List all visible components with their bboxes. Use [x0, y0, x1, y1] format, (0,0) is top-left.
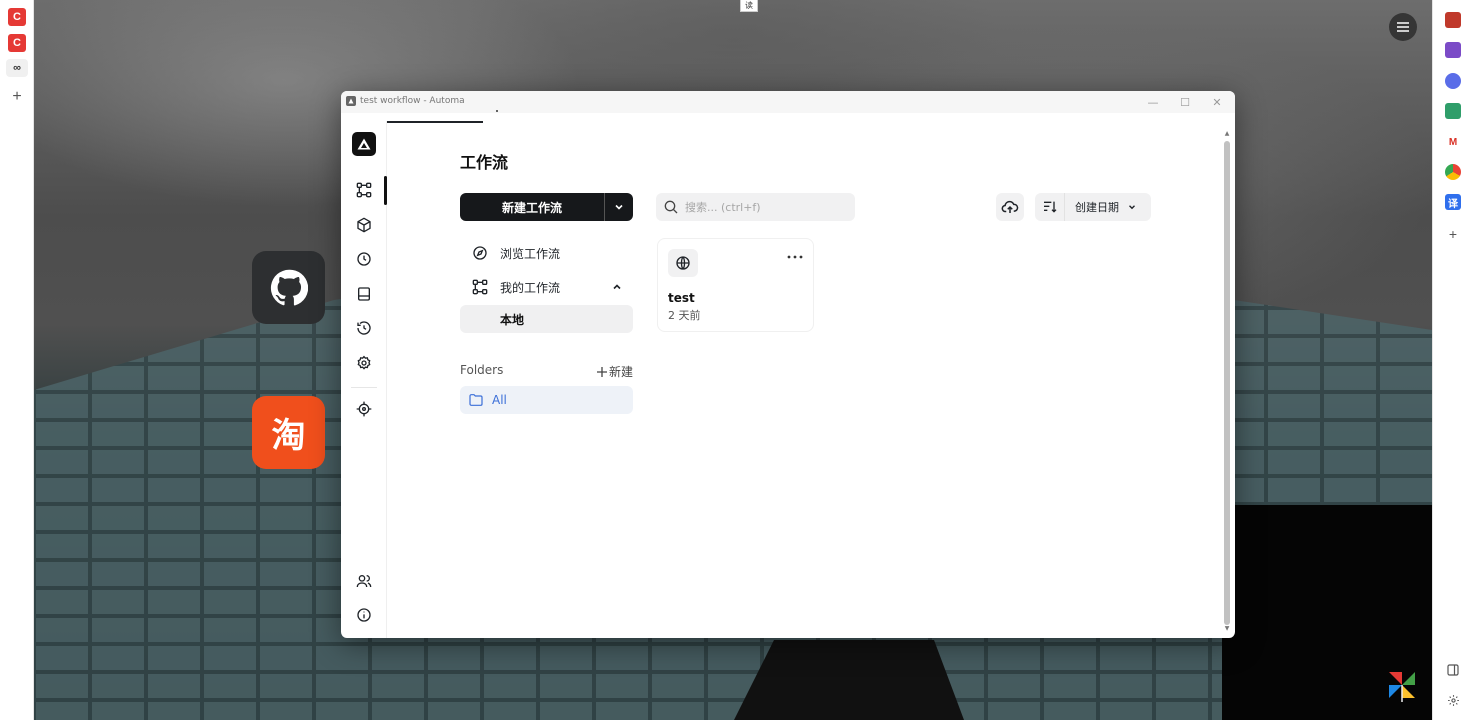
title-bar[interactable]: test workflow - Automa — ☐ ✕ — [341, 91, 1235, 113]
app-sidebar — [341, 121, 387, 638]
desktop-menu-button[interactable] — [1389, 13, 1417, 41]
scrollbar[interactable]: ▲ ▼ — [1223, 131, 1231, 634]
sidebar-item-storage[interactable] — [354, 284, 374, 304]
clock-icon — [357, 252, 371, 266]
app-c-icon[interactable]: C — [8, 8, 26, 26]
chrome-icon[interactable] — [1445, 164, 1461, 180]
sort-order-button[interactable] — [1035, 193, 1065, 221]
more-options-icon[interactable] — [787, 255, 803, 259]
workflow-card[interactable]: test 2 天前 — [657, 238, 814, 332]
maximize-button[interactable]: ☐ — [1177, 94, 1193, 110]
gmail-icon[interactable]: M — [1445, 134, 1461, 150]
add-icon[interactable]: + — [8, 88, 26, 106]
users-icon — [356, 575, 372, 588]
sidebar-item-schedule[interactable] — [354, 249, 374, 269]
window-title: test workflow - Automa — [360, 96, 465, 106]
chevron-down-icon[interactable] — [1127, 202, 1137, 212]
sidebar-item-settings[interactable] — [354, 353, 374, 373]
minimize-button[interactable]: — — [1145, 94, 1161, 110]
sidebar-item-logs[interactable] — [354, 318, 374, 338]
new-folder-button[interactable]: 新建 — [596, 363, 633, 380]
active-tab-indicator — [387, 121, 483, 123]
translate-icon[interactable]: 译 — [1445, 194, 1461, 210]
right-browser-strip: M 译 + — [1432, 0, 1472, 720]
workflow-time: 2 天前 — [668, 309, 701, 322]
sidebar-item-packages[interactable] — [354, 215, 374, 235]
app-logo[interactable] — [352, 132, 376, 156]
hamburger-icon — [1397, 22, 1409, 32]
folders-header: Folders 新建 — [460, 363, 633, 380]
infinity-icon[interactable]: ∞ — [6, 59, 28, 77]
app-c-icon-2[interactable]: C — [8, 34, 26, 52]
folders-label: Folders — [460, 363, 504, 377]
browser-settings-icon[interactable] — [1445, 692, 1461, 708]
storage-icon — [358, 287, 370, 301]
taobao-shortcut[interactable]: 淘 — [252, 396, 325, 469]
tab-dot — [496, 110, 498, 112]
globe-icon — [668, 249, 698, 277]
add-extension-icon[interactable]: + — [1445, 226, 1461, 242]
nav-local-workflows[interactable]: 本地 — [460, 305, 633, 333]
settings-icon — [357, 355, 371, 370]
hexagon-icon[interactable] — [1445, 73, 1461, 89]
toolbox-icon[interactable] — [1445, 12, 1461, 28]
sidebar-item-element-picker[interactable] — [354, 399, 374, 419]
nav-my-label: 我的工作流 — [500, 280, 561, 295]
github-shortcut[interactable] — [252, 251, 325, 324]
folder-all-label: All — [492, 393, 507, 407]
sort-select[interactable]: 创建日期 — [1075, 199, 1119, 215]
sidebar-item-about[interactable] — [354, 605, 374, 625]
nav-browse-label: 浏览工作流 — [500, 246, 561, 261]
page-title: 工作流 — [460, 153, 509, 172]
compass-icon — [460, 245, 500, 261]
search-input[interactable] — [685, 200, 845, 214]
new-workflow-button-group: 新建工作流 — [460, 193, 633, 221]
nav-browse-workflows[interactable]: 浏览工作流 — [460, 239, 633, 267]
sidebar-divider — [351, 387, 377, 388]
search-icon — [664, 200, 678, 214]
sidebar-item-community[interactable] — [354, 571, 374, 591]
close-button[interactable]: ✕ — [1209, 94, 1225, 110]
search-box — [656, 193, 855, 221]
package-icon — [357, 217, 371, 233]
history-icon — [357, 321, 371, 335]
pinwheel-icon[interactable] — [1385, 668, 1419, 702]
github-icon — [270, 269, 308, 305]
scroll-thumb[interactable] — [1224, 141, 1230, 625]
chevron-up-icon[interactable] — [611, 281, 623, 293]
sidebar-active-indicator — [384, 176, 387, 205]
import-workflow-button[interactable] — [996, 193, 1024, 221]
automa-logo-icon — [346, 96, 356, 106]
workflow-icon — [356, 182, 372, 198]
top-tab[interactable]: 读 — [740, 0, 758, 12]
left-browser-strip: C C ∞ + — [0, 0, 34, 720]
scroll-up-arrow[interactable]: ▲ — [1223, 131, 1231, 137]
sort-descending-icon — [1043, 201, 1056, 213]
chevron-down-icon — [615, 204, 623, 210]
folder-icon — [469, 394, 483, 406]
puzzle-icon[interactable] — [1445, 42, 1461, 58]
new-folder-label: 新建 — [608, 365, 633, 379]
sidebar-toggle-icon[interactable] — [1445, 662, 1461, 678]
bird-icon[interactable] — [1445, 103, 1461, 119]
crosshair-icon — [356, 401, 372, 417]
plus-icon — [596, 366, 607, 377]
folder-all[interactable]: All — [460, 386, 633, 414]
info-icon — [357, 608, 371, 622]
workflow-icon — [460, 279, 500, 295]
workflow-name: test — [668, 291, 695, 305]
sidebar-item-workflows[interactable] — [354, 180, 374, 200]
automa-window: test workflow - Automa — ☐ ✕ 工作流 新建工作流 搜… — [341, 91, 1235, 638]
nav-my-workflows[interactable]: 我的工作流 — [460, 273, 633, 301]
cloud-upload-icon — [1001, 200, 1019, 213]
sort-control: 创建日期 — [1035, 193, 1151, 221]
new-workflow-dropdown-button[interactable] — [605, 193, 633, 221]
new-workflow-button[interactable]: 新建工作流 — [460, 199, 604, 216]
scroll-down-arrow[interactable]: ▼ — [1223, 626, 1231, 632]
automa-logo-icon — [357, 138, 371, 150]
